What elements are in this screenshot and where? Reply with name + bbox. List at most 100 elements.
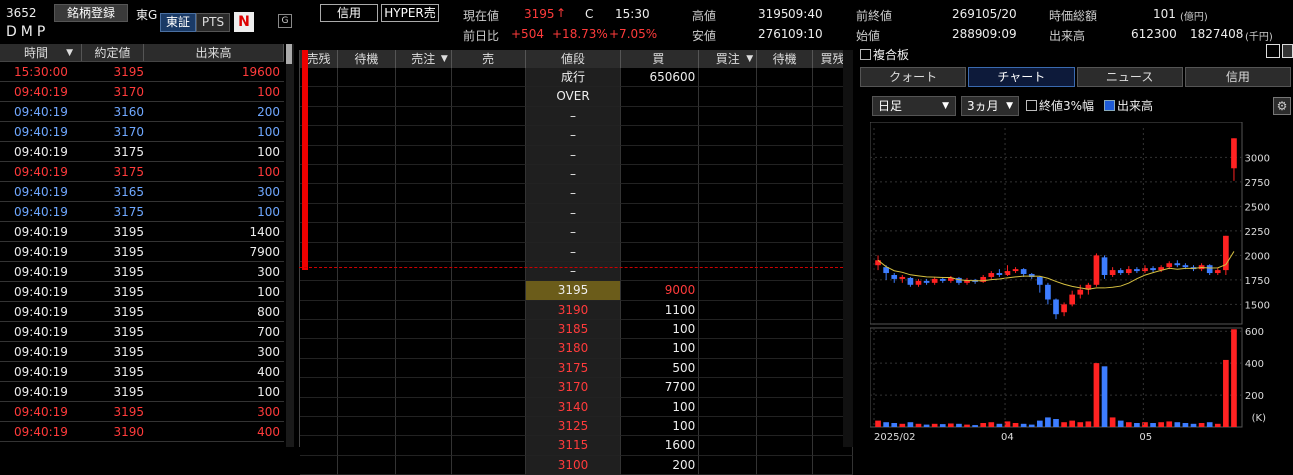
- volume-checkbox[interactable]: 出来高: [1104, 97, 1153, 114]
- book-row[interactable]: 3175 500: [300, 358, 853, 379]
- col-time[interactable]: 時間 ▼: [0, 44, 82, 61]
- book-cell: [757, 320, 814, 340]
- book-col-2[interactable]: 売注 ▼: [396, 50, 452, 68]
- table-row[interactable]: 09:40:19 3195 1400: [0, 222, 284, 242]
- table-row[interactable]: 09:40:19 3175 100: [0, 142, 284, 162]
- triangle-down-icon[interactable]: ▼: [441, 50, 448, 68]
- price-tick-label: 1500: [1245, 300, 1270, 311]
- book-row[interactable]: 3180 100: [300, 339, 853, 359]
- credit-button[interactable]: 信用: [320, 4, 378, 22]
- book-price: 成行: [525, 68, 622, 88]
- hyper-sell-button[interactable]: HYPER売: [381, 4, 439, 22]
- trades-scrollbar[interactable]: [286, 44, 294, 447]
- volume-checkbox-label: 出来高: [1117, 99, 1154, 113]
- checkbox-checked-icon[interactable]: [1104, 100, 1115, 111]
- book-row[interactable]: –: [300, 145, 853, 165]
- register-button[interactable]: 銘柄登録: [54, 4, 128, 22]
- col-volume[interactable]: 出来高: [144, 44, 284, 61]
- table-row[interactable]: 09:40:19 3170 100: [0, 122, 284, 142]
- table-row[interactable]: 09:40:19 3195 7900: [0, 242, 284, 262]
- tab-3[interactable]: 信用: [1184, 67, 1291, 87]
- table-row[interactable]: 09:40:19 3165 300: [0, 182, 284, 202]
- book-col-1[interactable]: 待機: [338, 50, 396, 68]
- checkbox-icon[interactable]: [1026, 100, 1037, 111]
- range-select[interactable]: 3ヵ月 ▼: [961, 96, 1019, 116]
- table-row[interactable]: 15:30:00 3195 19600: [0, 62, 284, 82]
- book-row[interactable]: 3100 200: [300, 455, 853, 475]
- table-row[interactable]: 09:40:19 3195 100: [0, 282, 284, 302]
- tse-toggle[interactable]: 東証: [160, 13, 196, 32]
- book-col-3[interactable]: 売: [452, 50, 526, 68]
- book-row[interactable]: –: [300, 261, 853, 282]
- trade-price: 3175: [113, 145, 144, 159]
- table-row[interactable]: 09:40:19 3170 100: [0, 82, 284, 102]
- pts-toggle[interactable]: PTS: [196, 13, 230, 32]
- book-cell: [813, 455, 853, 475]
- volume-bar: [1182, 423, 1189, 427]
- trade-price: 3195: [113, 345, 144, 359]
- book-row[interactable]: –: [300, 203, 853, 224]
- table-row[interactable]: 09:40:19 3195 300: [0, 402, 284, 422]
- tab-2[interactable]: ニュース: [1076, 67, 1183, 87]
- table-row[interactable]: 09:40:19 3160 200: [0, 102, 284, 122]
- book-row[interactable]: –: [300, 184, 853, 204]
- trades-scroll-thumb[interactable]: [286, 44, 292, 64]
- table-row[interactable]: 09:40:19 3195 700: [0, 322, 284, 342]
- g-icon[interactable]: G: [278, 14, 292, 28]
- table-row[interactable]: 09:40:19 3195 300: [0, 342, 284, 362]
- book-price: –: [525, 164, 622, 185]
- book-row[interactable]: –: [300, 106, 853, 127]
- table-row[interactable]: 09:40:19 3195 800: [0, 302, 284, 322]
- book-cell: [395, 203, 452, 224]
- book-row[interactable]: –: [300, 223, 853, 243]
- book-row[interactable]: –: [300, 242, 853, 262]
- checkbox-icon[interactable]: [860, 49, 871, 60]
- tab-0[interactable]: クォート: [860, 67, 967, 87]
- order-book-scrollbar[interactable]: [843, 50, 853, 447]
- single-layout-icon[interactable]: [1266, 44, 1280, 58]
- book-row[interactable]: OVER: [300, 87, 853, 107]
- col-price[interactable]: 約定値: [82, 44, 144, 61]
- book-row[interactable]: 3170 7700: [300, 378, 853, 398]
- book-cell: [757, 242, 814, 262]
- trade-volume: 300: [257, 265, 280, 279]
- tab-1[interactable]: チャート: [968, 67, 1075, 87]
- period-select[interactable]: 日足 ▼: [872, 96, 956, 116]
- book-row[interactable]: 3190 1100: [300, 300, 853, 321]
- close-3pct-checkbox[interactable]: 終値3%幅: [1026, 97, 1094, 114]
- trade-volume: 800: [257, 305, 280, 319]
- book-col-7[interactable]: 待機: [757, 50, 814, 68]
- n-icon[interactable]: N: [234, 12, 254, 32]
- table-row[interactable]: 09:40:19 3175 100: [0, 202, 284, 222]
- compound-board-checkbox[interactable]: 複合板: [860, 46, 909, 63]
- book-col-4[interactable]: 値段: [526, 50, 622, 68]
- book-row[interactable]: 3140 100: [300, 397, 853, 418]
- book-row[interactable]: 3185 100: [300, 320, 853, 340]
- book-row[interactable]: 成行 650600: [300, 68, 853, 88]
- table-row[interactable]: 09:40:19 3190 400: [0, 422, 284, 442]
- split-layout-icon[interactable]: [1282, 44, 1293, 58]
- table-row[interactable]: 09:40:19 3195 100: [0, 382, 284, 402]
- book-price: 3100: [525, 455, 622, 475]
- book-cell: [300, 417, 338, 437]
- table-row[interactable]: 09:40:19 3195 400: [0, 362, 284, 382]
- book-col-6[interactable]: 買注 ▼: [699, 50, 758, 68]
- book-col-5[interactable]: 買: [621, 50, 700, 68]
- book-cell: [337, 126, 396, 146]
- book-cell: [337, 87, 396, 107]
- book-row[interactable]: 3115 1600: [300, 436, 853, 456]
- book-row[interactable]: –: [300, 126, 853, 146]
- table-row[interactable]: 09:40:19 3175 100: [0, 162, 284, 182]
- table-row[interactable]: 09:40:19 3195 300: [0, 262, 284, 282]
- book-cell: [699, 184, 758, 204]
- book-row[interactable]: 3125 100: [300, 417, 853, 437]
- book-row[interactable]: 3195 9000: [300, 281, 853, 301]
- book-row[interactable]: –: [300, 164, 853, 185]
- triangle-down-icon[interactable]: ▼: [66, 44, 73, 62]
- volume-bar: [1045, 417, 1051, 427]
- book-buy-qty: 1100: [621, 300, 700, 321]
- triangle-down-icon[interactable]: ▼: [746, 50, 753, 68]
- change-pct: +18.73%: [552, 27, 608, 41]
- price-chart[interactable]: 3000 2750 2500 2250 2000 1750 1500 600 400 200 (K)…: [870, 122, 1293, 447]
- gear-icon[interactable]: ⚙: [1273, 97, 1291, 115]
